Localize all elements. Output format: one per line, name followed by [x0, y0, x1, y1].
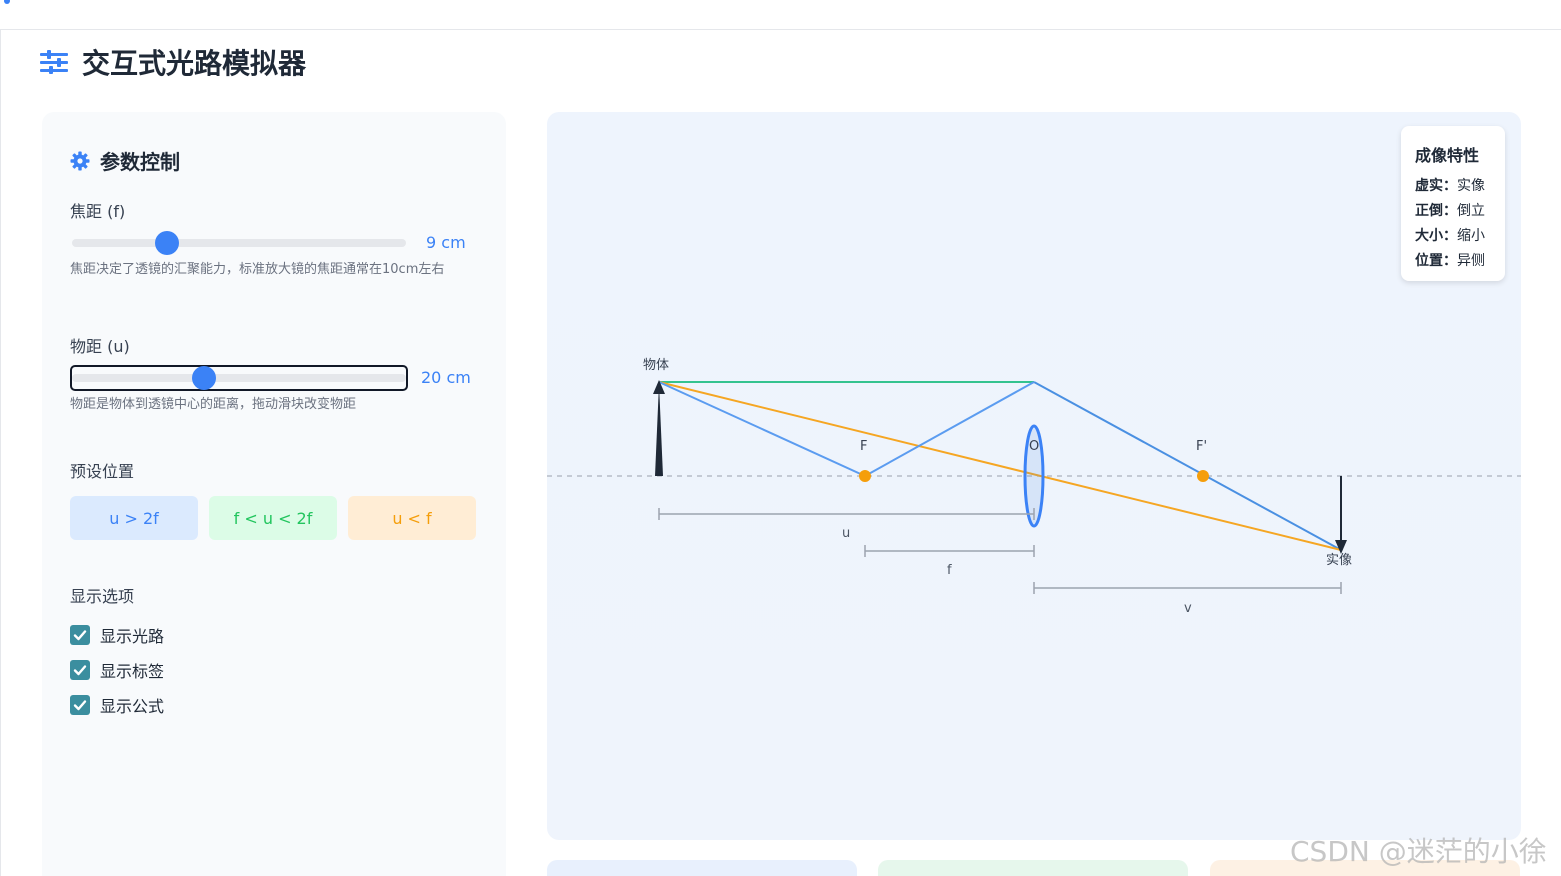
control-panel: 参数控制 焦距 (f) 9 cm 焦距决定了透镜的汇聚能力，标准放大镜的焦距通常…	[42, 112, 506, 876]
focal-slider[interactable]	[72, 231, 406, 255]
preset-button-far[interactable]: u > 2f	[70, 496, 198, 540]
focus-point-right	[1197, 470, 1209, 482]
focus-right-label: F'	[1196, 439, 1207, 454]
checkbox-show-labels[interactable]	[70, 660, 90, 680]
previous-page-strip	[0, 0, 1561, 30]
check-icon	[73, 630, 87, 641]
property-row-nature: 虚实：实像	[1415, 178, 1485, 194]
object-distance-value: 20 cm	[421, 368, 471, 387]
option-show-labels[interactable]: 显示标签	[70, 658, 164, 682]
checkbox-show-formula[interactable]	[70, 695, 90, 715]
option-show-formula-label: 显示公式	[100, 697, 165, 716]
f-label: f	[947, 563, 952, 578]
focal-description: 焦距决定了透镜的汇聚能力，标准放大镜的焦距通常在10cm左右	[70, 262, 445, 277]
check-icon	[73, 665, 87, 676]
preset-button-near[interactable]: u < f	[348, 496, 476, 540]
preset-button-middle[interactable]: f < u < 2f	[209, 496, 337, 540]
formula-card-peek	[547, 860, 857, 876]
focus-point-left	[859, 470, 871, 482]
object-distance-slider-thumb[interactable]	[192, 366, 216, 390]
sliders-icon	[40, 50, 68, 74]
property-row-size: 大小：缩小	[1415, 228, 1485, 244]
u-label: u	[842, 526, 850, 541]
lens-center-label: O	[1029, 439, 1039, 454]
checkbox-show-rays[interactable]	[70, 625, 90, 645]
object-distance-description: 物距是物体到透镜中心的距离，拖动滑块改变物距	[70, 397, 357, 412]
focal-label: 焦距 (f)	[70, 202, 126, 221]
option-show-rays-label: 显示光路	[100, 627, 165, 646]
panel-title-text: 参数控制	[100, 150, 180, 174]
focal-value: 9 cm	[426, 233, 466, 252]
image-label: 实像	[1326, 553, 1352, 568]
check-icon	[73, 700, 87, 711]
page-title: 交互式光路模拟器	[82, 47, 307, 80]
object-label: 物体	[643, 358, 669, 373]
property-row-orientation: 正倒：倒立	[1415, 203, 1485, 219]
tip-card-peek	[878, 860, 1188, 876]
optics-stage: 物体 实像 F F' O u f v 成像特性 虚实：实像 正倒：倒立 大小：缩…	[547, 112, 1521, 840]
imaging-properties-title: 成像特性	[1415, 146, 1480, 165]
strip-dot	[4, 0, 10, 4]
watermark: CSDN @迷茫的小徐	[1290, 835, 1547, 868]
display-options-label: 显示选项	[70, 587, 135, 606]
option-show-labels-label: 显示标签	[100, 662, 165, 681]
ray-diagram: 物体 实像 F F' O u f v	[547, 358, 1521, 616]
focus-left-label: F	[860, 439, 867, 454]
option-show-formula[interactable]: 显示公式	[70, 693, 164, 717]
gear-icon	[70, 151, 90, 170]
page-header: 交互式光路模拟器	[40, 44, 306, 80]
presets-label: 预设位置	[70, 462, 135, 481]
focal-slider-thumb[interactable]	[155, 231, 179, 255]
ray-central	[658, 381, 1342, 551]
object-arrow	[655, 384, 663, 476]
object-distance-label: 物距 (u)	[70, 337, 130, 356]
ray-through-focus-right	[1033, 381, 1342, 551]
imaging-properties-card: 成像特性 虚实：实像 正倒：倒立 大小：缩小 位置：异侧	[1401, 126, 1505, 281]
object-distance-slider[interactable]	[72, 366, 406, 390]
v-label: v	[1184, 601, 1192, 616]
option-show-rays[interactable]: 显示光路	[70, 623, 164, 647]
property-row-position: 位置：异侧	[1415, 253, 1485, 269]
panel-title: 参数控制	[70, 146, 180, 175]
